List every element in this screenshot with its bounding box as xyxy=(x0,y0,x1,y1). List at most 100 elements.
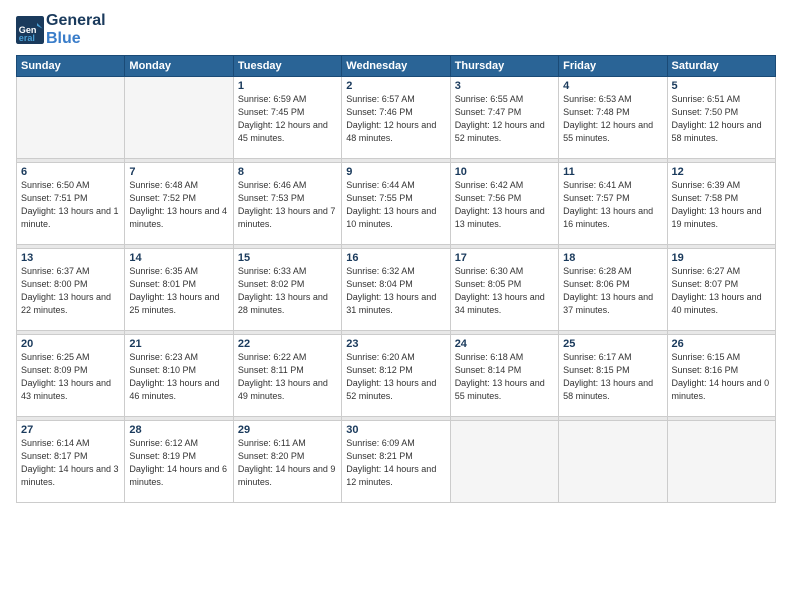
calendar-cell: 9Sunrise: 6:44 AMSunset: 7:55 PMDaylight… xyxy=(342,163,450,245)
day-number: 15 xyxy=(238,252,337,264)
weekday-header-monday: Monday xyxy=(125,56,233,77)
calendar-cell: 14Sunrise: 6:35 AMSunset: 8:01 PMDayligh… xyxy=(125,249,233,331)
calendar-cell xyxy=(450,421,558,503)
day-info: Sunrise: 6:35 AMSunset: 8:01 PMDaylight:… xyxy=(129,265,228,317)
day-number: 21 xyxy=(129,338,228,350)
calendar-cell: 19Sunrise: 6:27 AMSunset: 8:07 PMDayligh… xyxy=(667,249,775,331)
calendar-cell: 4Sunrise: 6:53 AMSunset: 7:48 PMDaylight… xyxy=(559,77,667,159)
logo: Gen eral General Blue xyxy=(16,12,106,47)
calendar-week-row: 27Sunrise: 6:14 AMSunset: 8:17 PMDayligh… xyxy=(17,421,776,503)
weekday-header-wednesday: Wednesday xyxy=(342,56,450,77)
day-number: 5 xyxy=(672,80,771,92)
calendar-cell xyxy=(17,77,125,159)
weekday-header-saturday: Saturday xyxy=(667,56,775,77)
calendar-week-row: 1Sunrise: 6:59 AMSunset: 7:45 PMDaylight… xyxy=(17,77,776,159)
day-number: 1 xyxy=(238,80,337,92)
calendar-cell: 15Sunrise: 6:33 AMSunset: 8:02 PMDayligh… xyxy=(233,249,341,331)
day-number: 2 xyxy=(346,80,445,92)
header: Gen eral General Blue xyxy=(16,12,776,47)
day-info: Sunrise: 6:09 AMSunset: 8:21 PMDaylight:… xyxy=(346,437,445,489)
calendar-cell: 3Sunrise: 6:55 AMSunset: 7:47 PMDaylight… xyxy=(450,77,558,159)
calendar-cell: 2Sunrise: 6:57 AMSunset: 7:46 PMDaylight… xyxy=(342,77,450,159)
day-number: 16 xyxy=(346,252,445,264)
day-info: Sunrise: 6:59 AMSunset: 7:45 PMDaylight:… xyxy=(238,93,337,145)
day-info: Sunrise: 6:44 AMSunset: 7:55 PMDaylight:… xyxy=(346,179,445,231)
day-number: 3 xyxy=(455,80,554,92)
day-number: 12 xyxy=(672,166,771,178)
day-info: Sunrise: 6:11 AMSunset: 8:20 PMDaylight:… xyxy=(238,437,337,489)
day-info: Sunrise: 6:30 AMSunset: 8:05 PMDaylight:… xyxy=(455,265,554,317)
calendar-cell: 23Sunrise: 6:20 AMSunset: 8:12 PMDayligh… xyxy=(342,335,450,417)
day-info: Sunrise: 6:15 AMSunset: 8:16 PMDaylight:… xyxy=(672,351,771,403)
day-number: 10 xyxy=(455,166,554,178)
page: Gen eral General Blue SundayMondayTuesda… xyxy=(0,0,792,612)
day-number: 13 xyxy=(21,252,120,264)
svg-text:eral: eral xyxy=(19,33,35,43)
day-info: Sunrise: 6:57 AMSunset: 7:46 PMDaylight:… xyxy=(346,93,445,145)
day-number: 29 xyxy=(238,424,337,436)
day-info: Sunrise: 6:48 AMSunset: 7:52 PMDaylight:… xyxy=(129,179,228,231)
weekday-header-row: SundayMondayTuesdayWednesdayThursdayFrid… xyxy=(17,56,776,77)
calendar-cell: 11Sunrise: 6:41 AMSunset: 7:57 PMDayligh… xyxy=(559,163,667,245)
calendar-cell: 5Sunrise: 6:51 AMSunset: 7:50 PMDaylight… xyxy=(667,77,775,159)
day-info: Sunrise: 6:14 AMSunset: 8:17 PMDaylight:… xyxy=(21,437,120,489)
logo-icon: Gen eral xyxy=(16,16,44,44)
calendar-cell: 24Sunrise: 6:18 AMSunset: 8:14 PMDayligh… xyxy=(450,335,558,417)
day-number: 8 xyxy=(238,166,337,178)
day-info: Sunrise: 6:46 AMSunset: 7:53 PMDaylight:… xyxy=(238,179,337,231)
day-info: Sunrise: 6:55 AMSunset: 7:47 PMDaylight:… xyxy=(455,93,554,145)
day-info: Sunrise: 6:51 AMSunset: 7:50 PMDaylight:… xyxy=(672,93,771,145)
calendar-cell xyxy=(559,421,667,503)
calendar-cell: 26Sunrise: 6:15 AMSunset: 8:16 PMDayligh… xyxy=(667,335,775,417)
day-info: Sunrise: 6:20 AMSunset: 8:12 PMDaylight:… xyxy=(346,351,445,403)
weekday-header-tuesday: Tuesday xyxy=(233,56,341,77)
day-number: 20 xyxy=(21,338,120,350)
logo-text: General Blue xyxy=(46,12,106,47)
day-info: Sunrise: 6:33 AMSunset: 8:02 PMDaylight:… xyxy=(238,265,337,317)
day-number: 24 xyxy=(455,338,554,350)
day-info: Sunrise: 6:27 AMSunset: 8:07 PMDaylight:… xyxy=(672,265,771,317)
day-info: Sunrise: 6:17 AMSunset: 8:15 PMDaylight:… xyxy=(563,351,662,403)
weekday-header-sunday: Sunday xyxy=(17,56,125,77)
calendar-cell xyxy=(667,421,775,503)
day-number: 14 xyxy=(129,252,228,264)
weekday-header-friday: Friday xyxy=(559,56,667,77)
calendar-cell: 27Sunrise: 6:14 AMSunset: 8:17 PMDayligh… xyxy=(17,421,125,503)
day-number: 28 xyxy=(129,424,228,436)
calendar-cell: 20Sunrise: 6:25 AMSunset: 8:09 PMDayligh… xyxy=(17,335,125,417)
day-number: 11 xyxy=(563,166,662,178)
calendar-cell: 25Sunrise: 6:17 AMSunset: 8:15 PMDayligh… xyxy=(559,335,667,417)
calendar-cell: 7Sunrise: 6:48 AMSunset: 7:52 PMDaylight… xyxy=(125,163,233,245)
day-number: 18 xyxy=(563,252,662,264)
calendar-cell: 8Sunrise: 6:46 AMSunset: 7:53 PMDaylight… xyxy=(233,163,341,245)
day-number: 17 xyxy=(455,252,554,264)
calendar-cell: 21Sunrise: 6:23 AMSunset: 8:10 PMDayligh… xyxy=(125,335,233,417)
calendar-cell: 22Sunrise: 6:22 AMSunset: 8:11 PMDayligh… xyxy=(233,335,341,417)
day-number: 26 xyxy=(672,338,771,350)
day-number: 7 xyxy=(129,166,228,178)
day-number: 9 xyxy=(346,166,445,178)
calendar-cell: 1Sunrise: 6:59 AMSunset: 7:45 PMDaylight… xyxy=(233,77,341,159)
calendar-cell xyxy=(125,77,233,159)
day-info: Sunrise: 6:28 AMSunset: 8:06 PMDaylight:… xyxy=(563,265,662,317)
day-info: Sunrise: 6:53 AMSunset: 7:48 PMDaylight:… xyxy=(563,93,662,145)
day-info: Sunrise: 6:25 AMSunset: 8:09 PMDaylight:… xyxy=(21,351,120,403)
day-number: 22 xyxy=(238,338,337,350)
calendar-cell: 16Sunrise: 6:32 AMSunset: 8:04 PMDayligh… xyxy=(342,249,450,331)
calendar-cell: 6Sunrise: 6:50 AMSunset: 7:51 PMDaylight… xyxy=(17,163,125,245)
day-number: 25 xyxy=(563,338,662,350)
day-info: Sunrise: 6:22 AMSunset: 8:11 PMDaylight:… xyxy=(238,351,337,403)
day-number: 4 xyxy=(563,80,662,92)
calendar-cell: 12Sunrise: 6:39 AMSunset: 7:58 PMDayligh… xyxy=(667,163,775,245)
calendar-table: SundayMondayTuesdayWednesdayThursdayFrid… xyxy=(16,55,776,503)
calendar-week-row: 13Sunrise: 6:37 AMSunset: 8:00 PMDayligh… xyxy=(17,249,776,331)
day-info: Sunrise: 6:42 AMSunset: 7:56 PMDaylight:… xyxy=(455,179,554,231)
calendar-cell: 10Sunrise: 6:42 AMSunset: 7:56 PMDayligh… xyxy=(450,163,558,245)
day-info: Sunrise: 6:18 AMSunset: 8:14 PMDaylight:… xyxy=(455,351,554,403)
calendar-cell: 29Sunrise: 6:11 AMSunset: 8:20 PMDayligh… xyxy=(233,421,341,503)
day-info: Sunrise: 6:32 AMSunset: 8:04 PMDaylight:… xyxy=(346,265,445,317)
calendar-cell: 18Sunrise: 6:28 AMSunset: 8:06 PMDayligh… xyxy=(559,249,667,331)
day-info: Sunrise: 6:12 AMSunset: 8:19 PMDaylight:… xyxy=(129,437,228,489)
calendar-cell: 28Sunrise: 6:12 AMSunset: 8:19 PMDayligh… xyxy=(125,421,233,503)
day-number: 23 xyxy=(346,338,445,350)
